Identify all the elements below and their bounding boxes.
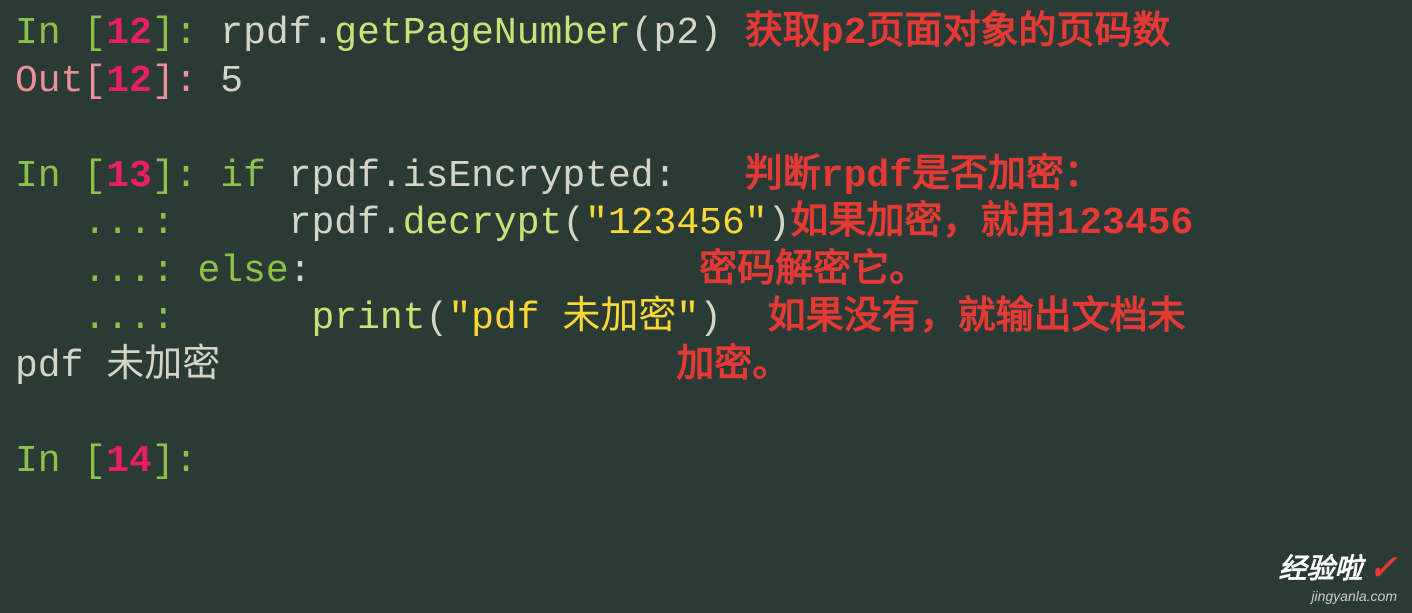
watermark: 经验啦 ✓ jingyanla.com (1278, 547, 1397, 605)
watermark-logo: 经验啦 ✓ (1278, 547, 1397, 590)
keyword-if: if (220, 155, 266, 198)
code-object: rpdf (266, 155, 380, 198)
cell-number: 13 (106, 155, 152, 198)
args: (p2) (631, 12, 722, 55)
continuation-prompt: ...: (15, 297, 197, 340)
paren-close: ) (768, 202, 791, 245)
function-name: decrypt (403, 202, 563, 245)
code-continuation: ...: print("pdf 未加密") 如果没有，就输出文档未 (15, 295, 1397, 343)
annotation-text: 密码解密它。 (699, 250, 927, 293)
annotation-text: 如果加密，就用123456 (790, 202, 1193, 245)
cell-number: 14 (106, 440, 152, 483)
output-text: pdf 未加密 (15, 345, 220, 388)
bracket: [ (83, 60, 106, 103)
paren-open: ( (426, 297, 449, 340)
bracket: [ (83, 440, 106, 483)
cell-number: 12 (106, 60, 152, 103)
bracket: ]: (152, 60, 220, 103)
watermark-text: 经验啦 (1278, 551, 1362, 586)
output-line-12: Out[12]: 5 (15, 58, 1397, 106)
in-prompt: In (15, 12, 83, 55)
watermark-url: jingyanla.com (1278, 588, 1397, 606)
indent (197, 297, 311, 340)
annotation-text: 判断rpdf是否加密： (745, 155, 1102, 198)
blank-line (15, 390, 1397, 438)
colon: : (289, 250, 312, 293)
output-line-13: pdf 未加密 加密。 (15, 343, 1397, 391)
paren-open: ( (562, 202, 585, 245)
code-continuation: ...: else: 密码解密它。 (15, 248, 1397, 296)
function-name: print (311, 297, 425, 340)
dot: . (380, 155, 403, 198)
output-value: 5 (220, 60, 243, 103)
annotation-text: 获取p2页面对象的页码数 (745, 12, 1171, 55)
continuation-prompt: ...: (15, 202, 197, 245)
code-line-in-14: In [14]: (15, 438, 1397, 486)
dot: . (311, 12, 334, 55)
string-literal: "123456" (585, 202, 767, 245)
in-prompt: In (15, 155, 83, 198)
cell-number: 12 (106, 12, 152, 55)
annotation-text: 加密。 (676, 345, 790, 388)
paren-close: ) (699, 297, 722, 340)
code-object: rpdf (220, 12, 311, 55)
code-continuation: ...: rpdf.decrypt("123456")如果加密，就用123456 (15, 200, 1397, 248)
function-name: getPageNumber (334, 12, 630, 55)
bracket: [ (83, 155, 106, 198)
keyword-else: else (197, 250, 288, 293)
indent-code: rpdf (197, 202, 379, 245)
code-line-in-13: In [13]: if rpdf.isEncrypted: 判断rpdf是否加密… (15, 153, 1397, 201)
in-prompt: In (15, 440, 83, 483)
property: isEncrypted (403, 155, 654, 198)
out-prompt: Out (15, 60, 83, 103)
terminal-container[interactable]: { "cells": { "c12": { "in_label": "In ",… (0, 0, 1412, 613)
dot: . (380, 202, 403, 245)
bracket: ]: (152, 155, 220, 198)
check-icon: ✓ (1369, 547, 1398, 590)
blank-line (15, 105, 1397, 153)
bracket: [ (83, 12, 106, 55)
bracket: ]: (152, 440, 198, 483)
colon: : (654, 155, 677, 198)
string-literal: "pdf 未加密" (448, 297, 699, 340)
bracket: ]: (152, 12, 220, 55)
annotation-text: 如果没有，就输出文档未 (768, 297, 1186, 340)
continuation-prompt: ...: (15, 250, 197, 293)
code-line-in-12: In [12]: rpdf.getPageNumber(p2) 获取p2页面对象… (15, 10, 1397, 58)
